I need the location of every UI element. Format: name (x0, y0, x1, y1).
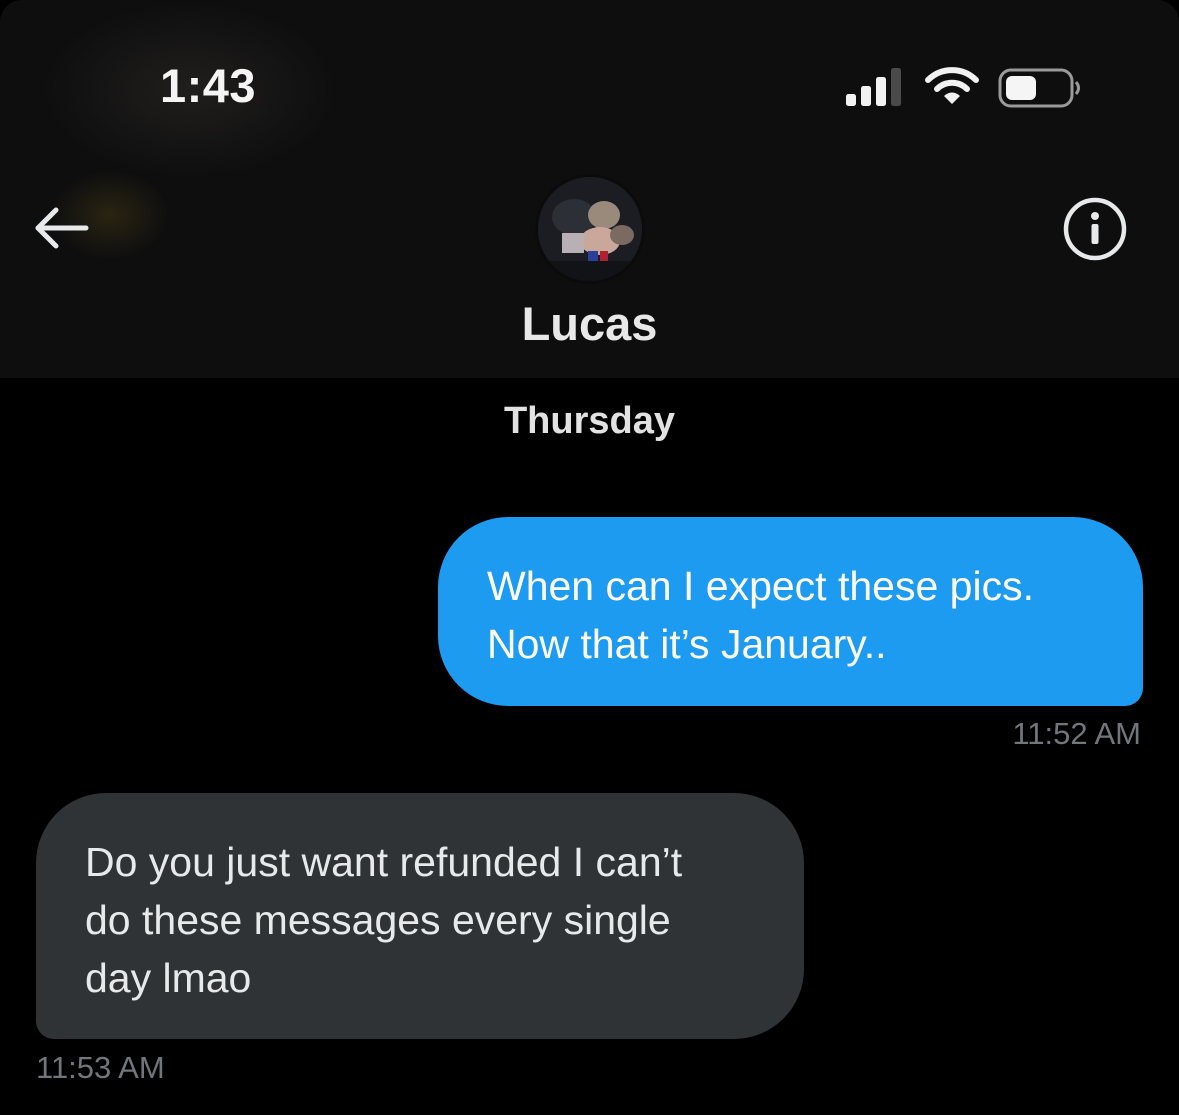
incoming-message-bubble[interactable]: Do you just want refunded I can’t do the… (36, 793, 804, 1039)
avatar[interactable] (538, 177, 642, 281)
message-text-line: When can I expect these pics. (487, 563, 1034, 609)
message-text-line: do these messages every single (85, 897, 671, 943)
info-icon[interactable] (1062, 196, 1128, 262)
message-text-line: Now that it’s January.. (487, 621, 887, 667)
day-separator: Thursday (503, 400, 676, 442)
message-text-line: day lmao (85, 955, 252, 1001)
battery-icon (998, 68, 1080, 108)
status-time: 1:43 (160, 59, 257, 112)
contact-name[interactable]: Lucas (0, 296, 1179, 351)
back-arrow-icon[interactable] (30, 200, 92, 256)
outgoing-message-bubble[interactable]: When can I expect these pics. Now that i… (438, 517, 1143, 706)
cellular-signal-icon (846, 68, 901, 106)
message-timestamp: 11:52 AM (1012, 716, 1141, 751)
top-bar: 1:43 Lucas (0, 0, 1179, 378)
message-text-line: Do you just want refunded I can’t (85, 839, 683, 885)
message-timestamp: 11:53 AM (36, 1050, 165, 1085)
wifi-icon (925, 67, 979, 104)
